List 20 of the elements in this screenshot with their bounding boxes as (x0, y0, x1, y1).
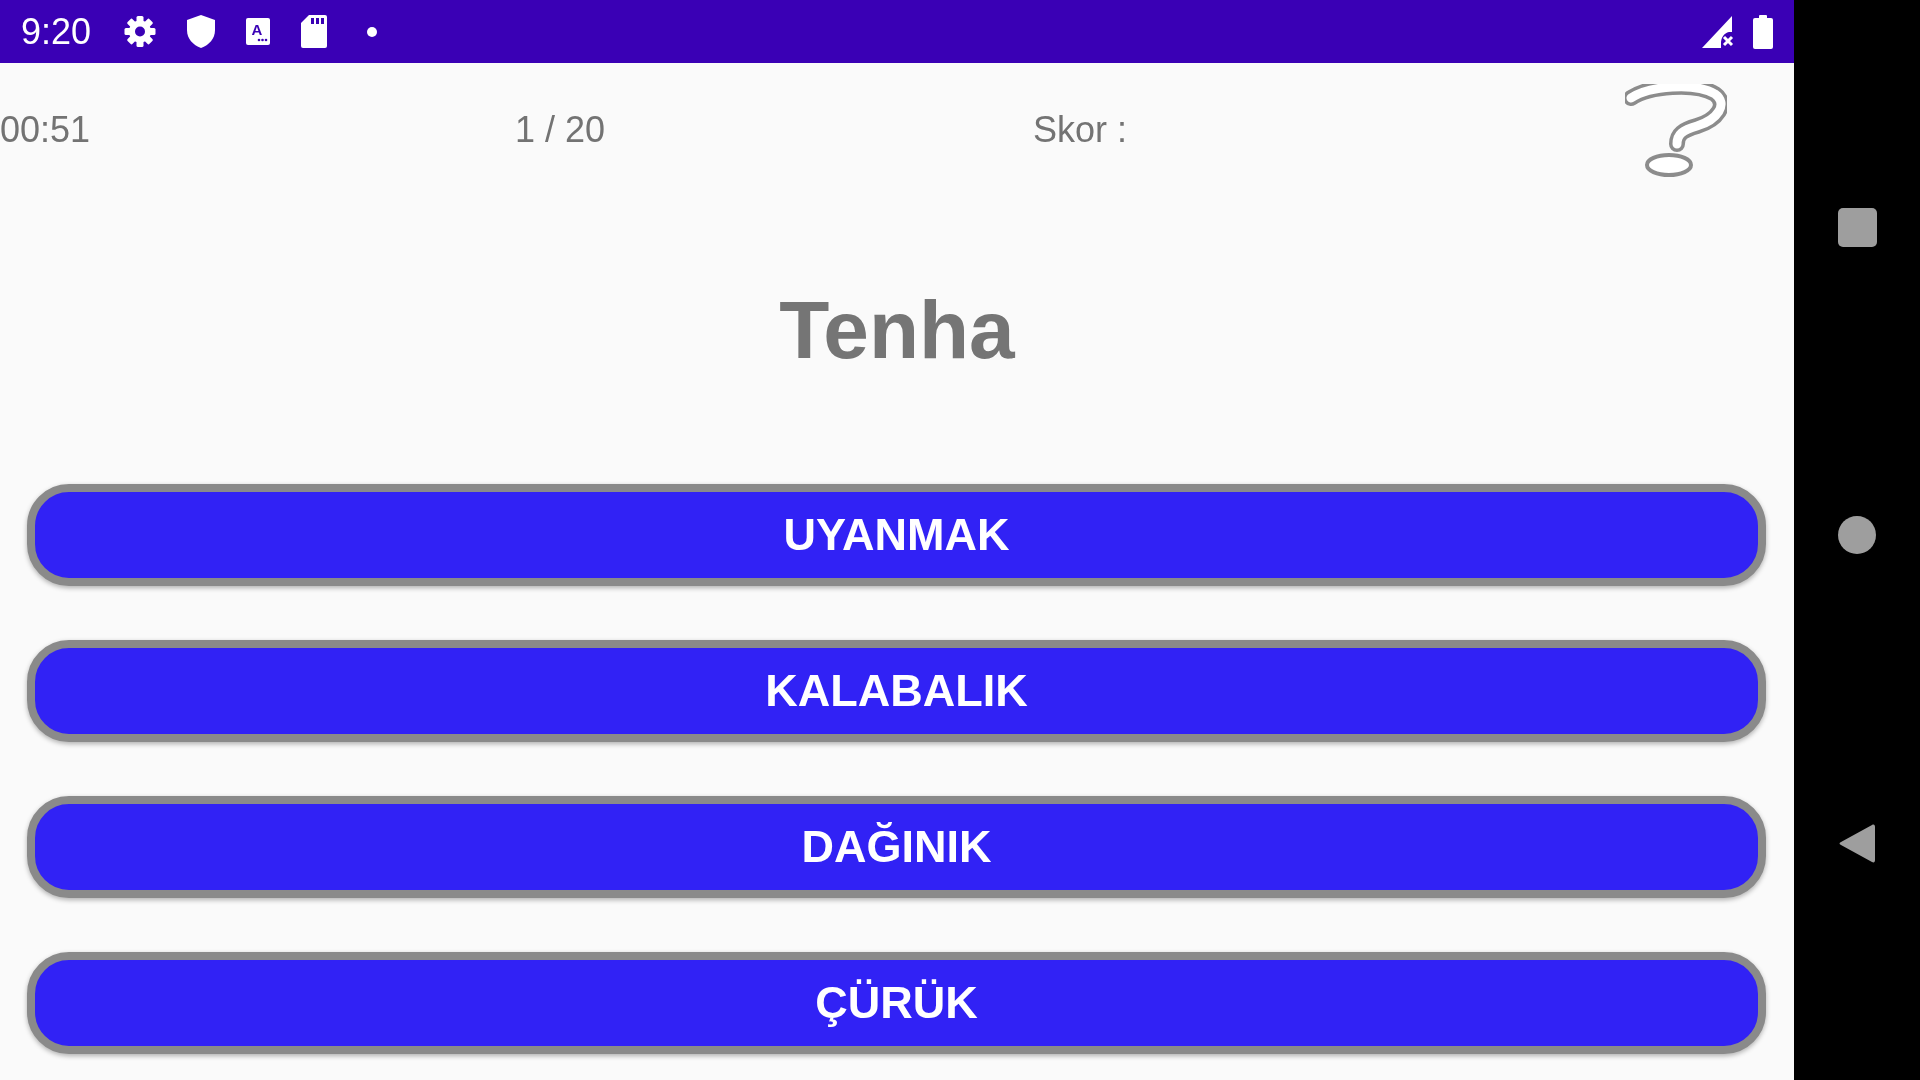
letter-tile-icon: A (246, 18, 271, 45)
no-signal-icon (1702, 15, 1734, 48)
answer-button[interactable]: UYANMAK (27, 484, 1766, 586)
back-icon[interactable] (1839, 823, 1875, 864)
progress-text: 1 / 20 (515, 112, 606, 148)
gear-icon (124, 15, 157, 48)
dot-icon (367, 26, 378, 37)
question-word: Tenha (779, 289, 1015, 371)
circle-icon[interactable] (1838, 516, 1876, 554)
sd-card-icon (301, 15, 328, 48)
square-icon[interactable] (1837, 208, 1877, 247)
shield-icon (187, 15, 216, 48)
battery-icon (1753, 14, 1773, 49)
status-time: 9:20 (21, 13, 92, 50)
question-mark-icon[interactable] (1625, 83, 1727, 177)
answer-button[interactable]: ÇÜRÜK (27, 952, 1766, 1054)
answer-button[interactable]: DAĞINIK (27, 796, 1766, 898)
answer-button[interactable]: KALABALIK (27, 640, 1766, 742)
score-label: Skor : (1033, 112, 1128, 148)
timer-text: 00:51 (0, 112, 91, 148)
